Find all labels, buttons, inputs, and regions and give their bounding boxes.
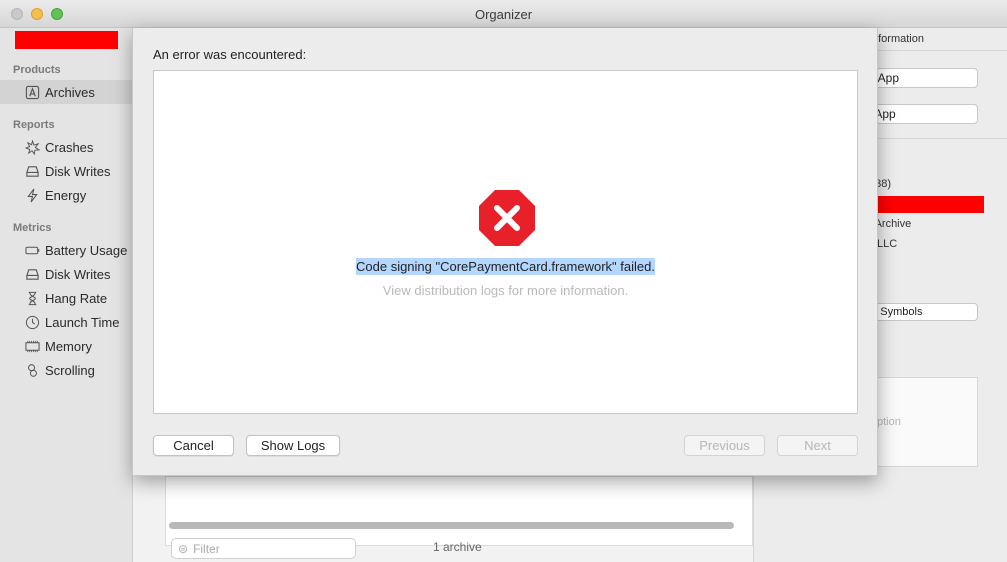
inspector-divider <box>864 50 1007 51</box>
error-sub-message: View distribution logs for more informat… <box>382 283 629 298</box>
disk-icon <box>24 163 40 179</box>
error-stop-icon <box>479 190 535 246</box>
sidebar-item-label: Disk Writes <box>45 266 111 282</box>
previous-button[interactable]: Previous <box>684 435 765 456</box>
sidebar-item-crashes[interactable]: Crashes <box>0 135 133 159</box>
error-message-line: Code signing "CorePaymentCard.framework"… <box>154 258 857 275</box>
filter-input[interactable]: ⊜ Filter <box>171 538 356 559</box>
hourglass-icon <box>24 290 40 306</box>
archive-icon <box>24 84 40 100</box>
sidebar-item-memory[interactable]: Memory <box>0 334 133 358</box>
sidebar-item-label: Archives <box>45 84 95 100</box>
archive-count: 1 archive <box>433 540 482 554</box>
sidebar-item-label: Energy <box>45 187 87 203</box>
sidebar-item-label: Battery Usage <box>45 242 128 258</box>
window-title: Organizer <box>474 7 533 22</box>
sidebar-item-label: Hang Rate <box>45 290 108 306</box>
clock-icon <box>24 314 40 330</box>
description-placeholder: ption <box>877 416 901 428</box>
sidebar-item-energy[interactable]: Energy <box>0 183 133 207</box>
sidebar-item-launch-time[interactable]: Launch Time <box>0 310 133 334</box>
sidebar-item-label: Launch Time <box>45 314 120 330</box>
sidebar-item-label: Scrolling <box>45 362 95 378</box>
sidebar-item-disk-writes-metric[interactable]: Disk Writes <box>0 262 133 286</box>
sidebar-item-battery-usage[interactable]: Battery Usage <box>0 238 133 262</box>
filter-placeholder: Filter <box>193 541 220 556</box>
disk-icon <box>24 266 40 282</box>
show-logs-button[interactable]: Show Logs <box>246 435 340 456</box>
sidebar-item-label: Crashes <box>45 139 94 155</box>
error-sheet: An error was encountered: Code signing "… <box>132 28 878 476</box>
inspector-divider <box>864 138 1007 139</box>
sidebar-item-hang-rate[interactable]: Hang Rate <box>0 286 133 310</box>
sidebar: Products Archives Reports Crashes Disk W… <box>0 28 133 562</box>
description-field[interactable]: ption <box>876 377 978 467</box>
scroll-icon <box>24 362 40 378</box>
sidebar-item-scrolling[interactable]: Scrolling <box>0 358 133 382</box>
title-bar: Organizer <box>0 0 1007 28</box>
energy-icon <box>24 187 40 203</box>
section-label-products: Products <box>13 64 61 76</box>
sidebar-item-label: Memory <box>45 338 92 354</box>
section-label-metrics: Metrics <box>13 222 52 234</box>
battery-icon <box>24 242 40 258</box>
error-content-area: Code signing "CorePaymentCard.framework"… <box>153 70 858 414</box>
redacted-identifier <box>874 196 984 213</box>
cancel-button[interactable]: Cancel <box>153 435 234 456</box>
error-message: Code signing "CorePaymentCard.framework"… <box>356 258 655 275</box>
memory-icon <box>24 338 40 354</box>
crash-icon <box>24 139 40 155</box>
sidebar-item-label: Disk Writes <box>45 163 111 179</box>
redacted-team-name <box>15 31 118 49</box>
next-button[interactable]: Next <box>777 435 858 456</box>
section-label-reports: Reports <box>13 119 55 131</box>
archives-list[interactable] <box>165 476 753 546</box>
tab-information[interactable]: nformation <box>872 33 924 45</box>
horizontal-scrollbar[interactable] <box>169 522 734 529</box>
sheet-heading: An error was encountered: <box>153 47 307 62</box>
sidebar-item-archives[interactable]: Archives <box>0 80 133 104</box>
sidebar-item-disk-writes[interactable]: Disk Writes <box>0 159 133 183</box>
filter-icon: ⊜ <box>178 541 189 556</box>
